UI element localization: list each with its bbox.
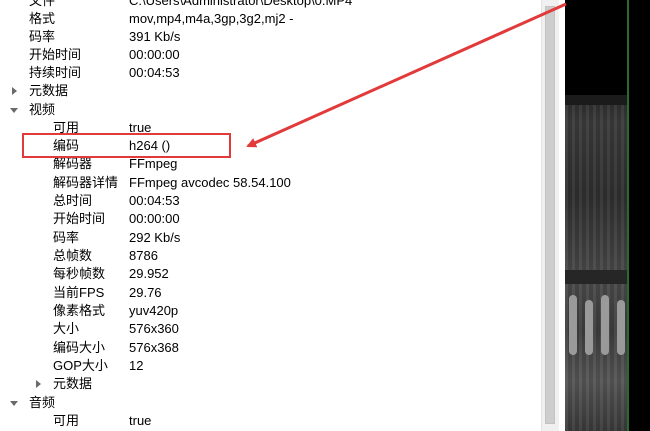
video-frame xyxy=(565,95,627,431)
media-info-tree[interactable]: 文件 C:\Users\Administrator\Desktop\0.MP4 … xyxy=(0,0,565,431)
row-key: 格式 xyxy=(29,11,56,26)
row-value: 29.952 xyxy=(129,266,169,281)
node-label: 元数据 xyxy=(53,376,93,391)
row-key: 大小 xyxy=(53,321,80,336)
balustrade-pillar xyxy=(569,295,577,355)
row-key: 持续时间 xyxy=(29,65,82,80)
row-key: 开始时间 xyxy=(53,211,106,226)
tree-row-total-time[interactable]: 总时间 00:04:53 xyxy=(0,192,540,210)
expand-arrow-icon[interactable] xyxy=(33,378,43,390)
tree-row-current-fps[interactable]: 当前FPS 29.76 xyxy=(0,284,540,302)
row-value: 00:04:53 xyxy=(129,65,180,80)
row-key: 开始时间 xyxy=(29,47,82,62)
row-value: 292 Kb/s xyxy=(129,230,181,245)
tree-row-size[interactable]: 大小 576x360 xyxy=(0,320,540,338)
tree-row-decoder-details[interactable]: 解码器详情 FFmpeg avcodec 58.54.100 xyxy=(0,174,540,192)
row-value: yuv420p xyxy=(129,303,179,318)
tree-row-coded-size[interactable]: 编码大小 576x368 xyxy=(0,339,540,357)
row-value: 00:00:00 xyxy=(129,47,180,62)
vertical-scrollbar[interactable] xyxy=(541,0,559,431)
row-key: 像素格式 xyxy=(53,303,106,318)
row-key: 总帧数 xyxy=(53,248,93,263)
collapse-arrow-icon[interactable] xyxy=(9,397,19,409)
scrollbar-thumb[interactable] xyxy=(545,6,555,424)
row-value: mov,mp4,m4a,3gp,3g2,mj2 - xyxy=(129,11,294,26)
tree-node-metadata[interactable]: 元数据 xyxy=(0,82,540,100)
row-value: 12 xyxy=(129,358,144,373)
tree-row-total-frames[interactable]: 总帧数 8786 xyxy=(0,247,540,265)
collapse-arrow-icon[interactable] xyxy=(9,104,19,116)
row-value: 29.76 xyxy=(129,285,162,300)
row-key: 编码大小 xyxy=(53,340,106,355)
row-value: 391 Kb/s xyxy=(129,29,181,44)
balustrade-pillar xyxy=(585,300,593,355)
row-key: 可用 xyxy=(53,413,80,428)
row-value: true xyxy=(129,413,152,428)
row-value: C:\Users\Administrator\Desktop\0.MP4 xyxy=(129,0,353,8)
row-key: GOP大小 xyxy=(53,358,108,373)
frame-band xyxy=(565,270,627,284)
tree-node-video[interactable]: 视频 xyxy=(0,101,540,119)
tree-row-duration[interactable]: 持续时间 00:04:53 xyxy=(0,64,540,82)
video-preview xyxy=(565,0,650,431)
tree-row-start-time[interactable]: 开始时间 00:00:00 xyxy=(0,46,540,64)
highlight-box xyxy=(22,133,231,158)
tree-row-format[interactable]: 格式 mov,mp4,m4a,3gp,3g2,mj2 - xyxy=(0,10,540,28)
row-key: 码率 xyxy=(53,230,80,245)
tree-row-pixel-format[interactable]: 像素格式 yuv420p xyxy=(0,302,540,320)
row-value: 00:00:00 xyxy=(129,211,180,226)
tree-row-gop-size[interactable]: GOP大小 12 xyxy=(0,357,540,375)
row-value: 576x360 xyxy=(129,321,179,336)
row-value: 576x368 xyxy=(129,340,179,355)
balustrade-pillar xyxy=(617,300,625,355)
balustrade-pillar xyxy=(601,295,609,355)
row-key: 每秒帧数 xyxy=(53,266,106,281)
tree-row-video-bitrate[interactable]: 码率 292 Kb/s xyxy=(0,229,540,247)
node-label: 元数据 xyxy=(29,83,69,98)
row-key: 总时间 xyxy=(53,193,93,208)
tree-row-audio-available[interactable]: 可用 true xyxy=(0,412,540,430)
row-key: 码率 xyxy=(29,29,56,44)
tree-row-video-start-time[interactable]: 开始时间 00:00:00 xyxy=(0,210,540,228)
frame-band xyxy=(565,95,627,105)
tree-row-file[interactable]: 文件 C:\Users\Administrator\Desktop\0.MP4 xyxy=(0,0,540,10)
tree-node-audio[interactable]: 音频 xyxy=(0,394,540,412)
row-value: 00:04:53 xyxy=(129,193,180,208)
expand-arrow-icon[interactable] xyxy=(9,85,19,97)
node-label: 音频 xyxy=(29,395,56,410)
row-value: FFmpeg avcodec 58.54.100 xyxy=(129,175,291,190)
tree-row-bitrate[interactable]: 码率 391 Kb/s xyxy=(0,28,540,46)
tree-row-fps[interactable]: 每秒帧数 29.952 xyxy=(0,265,540,283)
row-key: 当前FPS xyxy=(53,285,105,300)
tree-node-video-metadata[interactable]: 元数据 xyxy=(0,375,540,393)
row-value: 8786 xyxy=(129,248,158,263)
row-key: 解码器详情 xyxy=(53,175,119,190)
row-key: 文件 xyxy=(29,0,56,8)
node-label: 视频 xyxy=(29,102,56,117)
